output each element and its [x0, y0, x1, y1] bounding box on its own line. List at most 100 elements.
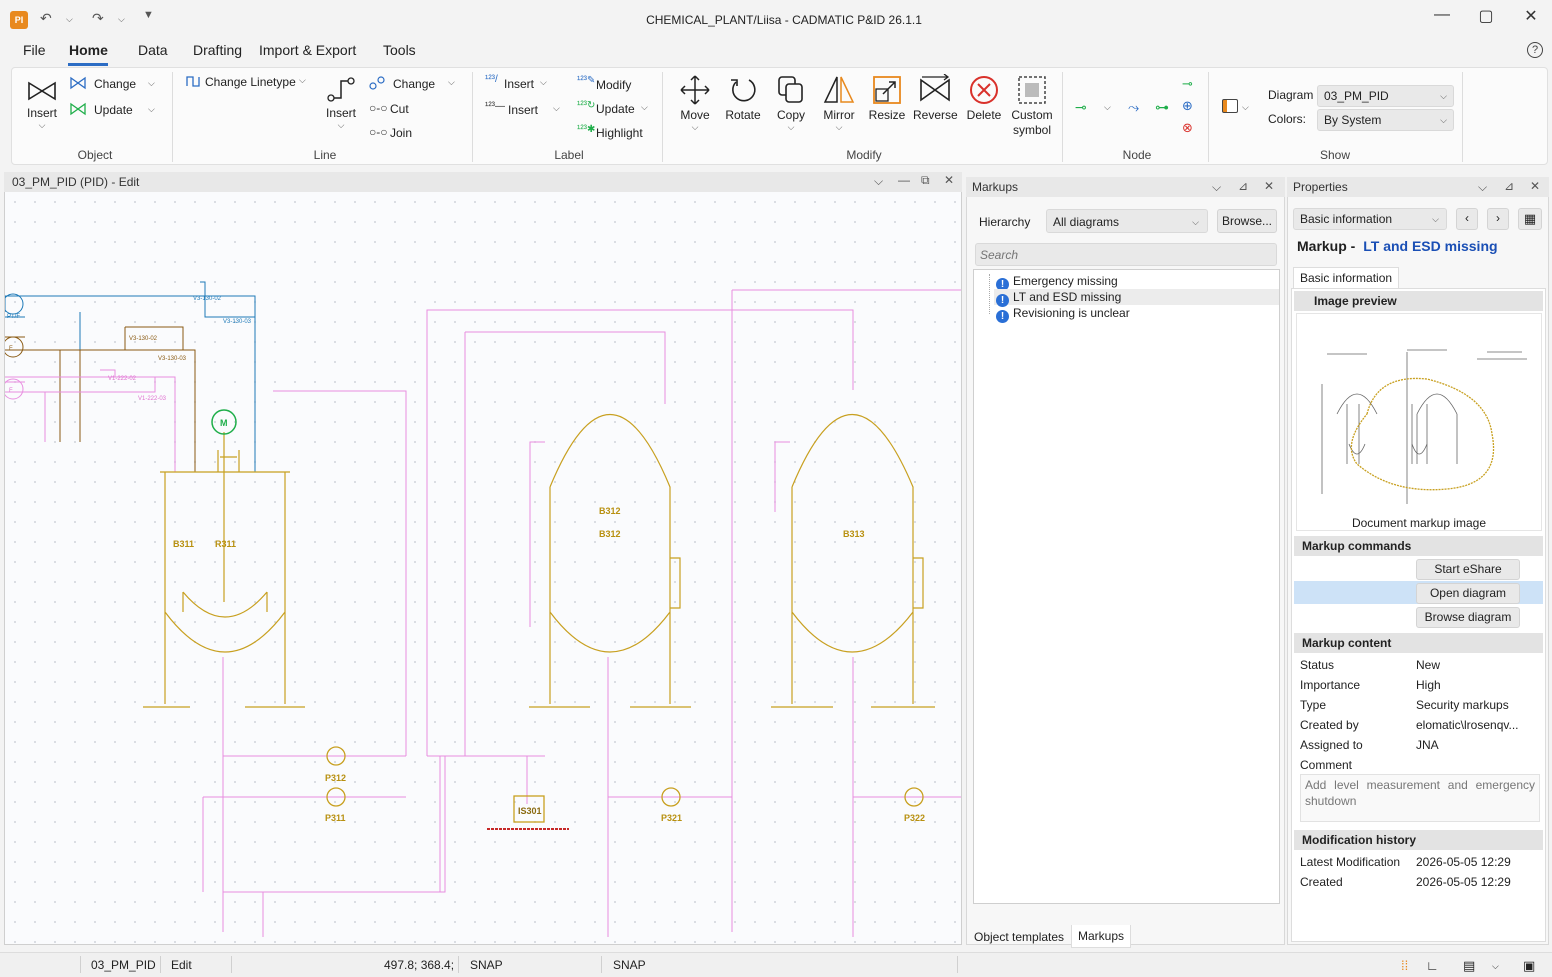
node-add-icon[interactable]: ⊸ [1182, 76, 1193, 92]
tab-basic-information[interactable]: Basic information [1293, 267, 1400, 288]
resize-button[interactable]: Resize [867, 74, 907, 122]
line-insert-button[interactable]: Insert ⌵ [322, 76, 360, 131]
status-snap-2[interactable]: SNAP [613, 958, 646, 972]
layout-icon[interactable]: ▤ [1463, 958, 1475, 974]
chevron-down-icon[interactable]: ⌵ [1478, 180, 1487, 195]
minimize-icon[interactable]: — [1427, 6, 1457, 24]
pid-drawing-canvas[interactable]: B311 R311 B312 B312 B313 P312 P311 P321 … [5, 192, 961, 944]
tab-file[interactable]: File [23, 42, 46, 58]
colors-select[interactable]: By System ⌵ [1317, 109, 1454, 131]
copy-button[interactable]: Copy ⌵ [771, 74, 811, 133]
tab-object-templates[interactable]: Object templates [968, 926, 1070, 948]
next-icon[interactable]: › [1487, 208, 1509, 230]
close-icon[interactable]: ✕ [1264, 179, 1274, 193]
markup-item-selected[interactable]: ! LT and ESD missing [994, 289, 1279, 307]
tab-drafting[interactable]: Drafting [193, 42, 242, 58]
object-change-label[interactable]: Change [94, 77, 136, 91]
object-update-button[interactable] [70, 101, 88, 120]
close-icon[interactable]: ✕ [1530, 179, 1540, 193]
tab-data[interactable]: Data [138, 42, 168, 58]
label-insert-icon[interactable]: ¹²³/ [485, 74, 498, 85]
object-change-button[interactable] [70, 75, 88, 94]
label-insert-number-icon[interactable]: ¹²³— [485, 101, 505, 112]
pin-icon[interactable]: ⊿ [1238, 179, 1248, 193]
tab-tools[interactable]: Tools [383, 42, 416, 58]
object-update-label[interactable]: Update [94, 103, 133, 117]
label-update-icon[interactable]: ¹²³↻ [577, 100, 595, 111]
diagram-select[interactable]: 03_PM_PID ⌵ [1317, 85, 1454, 107]
tab-home[interactable]: Home [69, 42, 108, 58]
object-update-chevron-icon[interactable]: ⌵ [148, 104, 155, 115]
line-change-chevron-icon[interactable]: ⌵ [448, 77, 455, 88]
display-options-chevron-icon[interactable]: ⌵ [1242, 102, 1249, 113]
browse-button[interactable]: Browse... [1217, 209, 1277, 233]
reverse-button[interactable]: Reverse [913, 74, 958, 122]
grid-view-icon[interactable]: ▦ [1518, 208, 1542, 230]
previous-icon[interactable]: ‹ [1456, 208, 1478, 230]
label-modify-label[interactable]: Modify [596, 78, 631, 92]
grid-dots-icon[interactable]: ⁞⁞ [1401, 958, 1408, 973]
node-change-icon[interactable]: ⤳ [1128, 99, 1139, 116]
display-options-icon[interactable] [1222, 99, 1238, 113]
tab-import-export[interactable]: Import & Export [259, 42, 356, 58]
node-update-icon[interactable]: ⊕ [1182, 98, 1193, 114]
change-linetype-label[interactable]: Change Linetype [205, 75, 296, 89]
close-icon[interactable]: ✕ [1516, 6, 1546, 26]
label-insert-1-chevron-icon[interactable]: ⌵ [540, 77, 547, 88]
markup-item[interactable]: ! Emergency missing [996, 273, 1118, 291]
line-join-label[interactable]: Join [390, 126, 412, 140]
notifications-icon[interactable]: ▣ [1523, 958, 1535, 974]
minimize-icon[interactable]: — [898, 173, 910, 187]
maximize-icon[interactable]: ▢ [1471, 6, 1501, 26]
diagram-tab-header: 03_PM_PID (PID) - Edit ⌵ — ⧉ ✕ [4, 172, 962, 192]
rotate-button[interactable]: Rotate [723, 74, 763, 122]
line-cut-label[interactable]: Cut [390, 102, 409, 116]
layout-chevron-icon[interactable]: ⌵ [1492, 961, 1499, 972]
line-cut-icon[interactable]: ○-○ [369, 101, 388, 115]
equipment-tag-b312-b: B312 [599, 529, 621, 539]
close-icon[interactable]: ✕ [944, 173, 954, 187]
node-insert-icon[interactable]: ⊸ [1075, 99, 1087, 116]
move-button[interactable]: Move ⌵ [675, 74, 715, 133]
hierarchy-select[interactable]: All diagrams ⌵ [1046, 209, 1208, 233]
object-insert-button[interactable]: Insert ⌵ [22, 78, 62, 131]
colors-label: Colors: [1268, 112, 1307, 126]
line-join-icon[interactable]: ○-○ [369, 125, 388, 139]
label-update-chevron-icon[interactable]: ⌵ [641, 102, 648, 113]
custom-symbol-label-1: Custom [1011, 108, 1053, 122]
object-change-chevron-icon[interactable]: ⌵ [148, 78, 155, 89]
node-delete-icon[interactable]: ⊗ [1182, 120, 1193, 136]
label-highlight-icon[interactable]: ¹²³✱ [577, 124, 595, 135]
ortho-icon[interactable]: ∟ [1426, 958, 1439, 973]
pin-icon[interactable]: ⊿ [1504, 179, 1514, 193]
chevron-down-icon[interactable]: ⌵ [1212, 180, 1221, 195]
restore-icon[interactable]: ⧉ [921, 173, 930, 188]
start-eshare-button[interactable]: Start eShare [1416, 559, 1520, 580]
label-highlight-label[interactable]: Highlight [596, 126, 643, 140]
browse-diagram-button[interactable]: Browse diagram [1416, 607, 1520, 628]
chevron-down-icon[interactable]: ⌵ [874, 174, 883, 189]
mirror-button[interactable]: Mirror ⌵ [819, 74, 859, 133]
line-change-label[interactable]: Change [393, 77, 435, 91]
delete-button[interactable]: Delete [964, 74, 1004, 122]
node-insert-chevron-icon[interactable]: ⌵ [1104, 102, 1111, 113]
line-change-icon[interactable] [369, 76, 385, 93]
property-category-select[interactable]: Basic information ⌵ [1293, 208, 1447, 230]
custom-symbol-button[interactable]: Custom symbol [1008, 74, 1056, 138]
comment-textarea[interactable]: Add level measurement and emergency shut… [1300, 774, 1540, 822]
label-insert-1-label[interactable]: Insert [504, 77, 534, 91]
markup-item[interactable]: ! Revisioning is unclear [996, 305, 1130, 323]
change-linetype-icon[interactable] [185, 74, 201, 91]
help-icon[interactable]: ? [1527, 42, 1543, 58]
status-snap-1[interactable]: SNAP [470, 958, 503, 972]
label-modify-icon[interactable]: ¹²³✎ [577, 75, 595, 86]
tab-markups[interactable]: Markups [1071, 925, 1132, 948]
image-preview[interactable]: Document markup image [1296, 313, 1542, 531]
label-insert-2-chevron-icon[interactable]: ⌵ [553, 103, 560, 114]
change-linetype-chevron-icon[interactable]: ⌵ [299, 75, 306, 86]
markups-search-input[interactable] [975, 243, 1277, 266]
node-connect-icon[interactable]: ⊶ [1155, 99, 1169, 116]
label-insert-2-label[interactable]: Insert [508, 103, 538, 117]
open-diagram-button[interactable]: Open diagram [1416, 583, 1520, 604]
label-update-label[interactable]: Update [596, 102, 635, 116]
